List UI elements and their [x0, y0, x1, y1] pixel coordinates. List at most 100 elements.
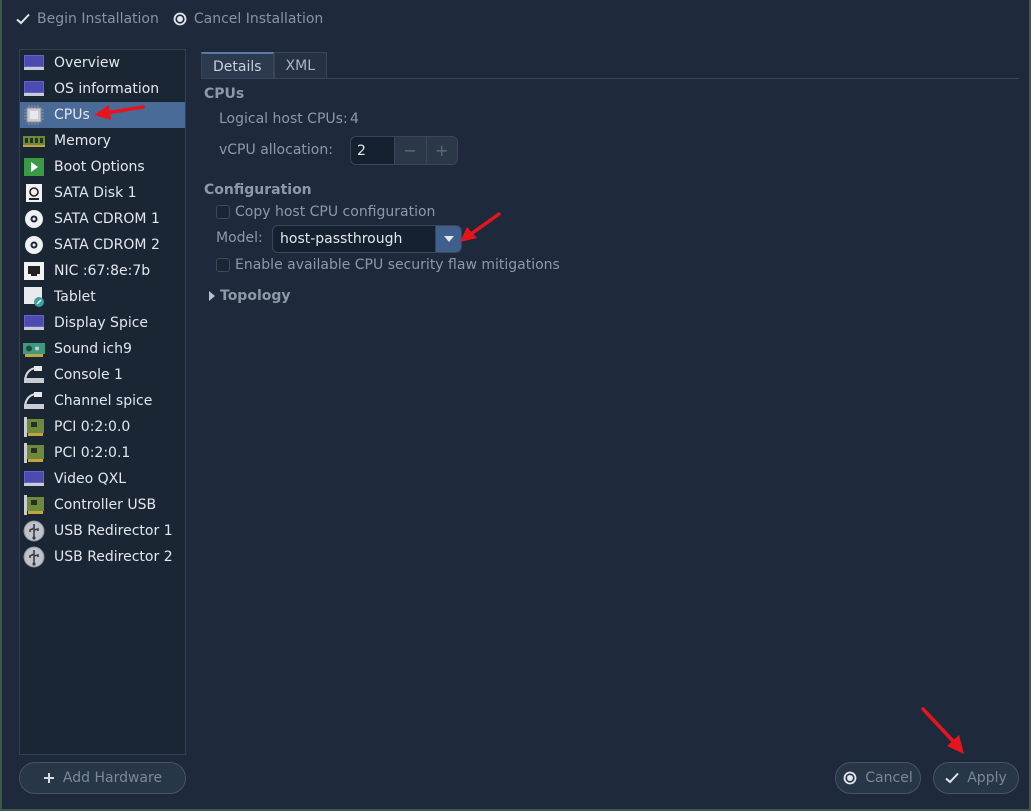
sidebar-item-tablet[interactable]: Tablet	[20, 284, 185, 310]
topology-label: Topology	[220, 288, 291, 304]
sidebar-item-memory[interactable]: Memory	[20, 128, 185, 154]
sidebar-item-usb-redirector-2[interactable]: USB Redirector 2	[20, 544, 185, 570]
expander-triangle-icon	[209, 291, 215, 301]
network-port-icon	[23, 261, 45, 281]
hardware-list: Overview OS information CPUs Memory Boot Opt…	[19, 49, 186, 755]
apply-label: Apply	[967, 770, 1007, 786]
annotation-arrow-icon	[460, 212, 501, 242]
sidebar-item-channel-spice[interactable]: Channel spice	[20, 388, 185, 414]
sidebar-item-label: PCI 0:2:0.0	[54, 419, 131, 435]
monitor-icon	[23, 313, 45, 333]
sidebar-item-sata-disk-1[interactable]: SATA Disk 1	[20, 180, 185, 206]
sidebar-item-label: Video QXL	[54, 471, 127, 487]
mitigations-checkbox[interactable]	[216, 258, 230, 272]
mitigations-row: Enable available CPU security flaw mitig…	[216, 257, 560, 273]
checkmark-icon	[16, 13, 30, 25]
serial-console-icon	[23, 391, 45, 411]
usb-icon	[23, 520, 45, 542]
disk-icon	[23, 183, 45, 203]
sidebar-item-label: USB Redirector 1	[54, 523, 173, 539]
toolbar: Begin Installation Cancel Installation	[16, 8, 323, 30]
cancel-installation-label: Cancel Installation	[193, 11, 324, 27]
boot-play-icon	[23, 157, 45, 177]
sidebar-item-usb-redirector-1[interactable]: USB Redirector 1	[20, 518, 185, 544]
sidebar-item-label: SATA Disk 1	[54, 185, 137, 201]
mitigations-label: Enable available CPU security flaw mitig…	[235, 257, 560, 273]
sidebar-item-sound-ich9[interactable]: Sound ich9	[20, 336, 185, 362]
vcpu-allocation-input[interactable]: 2	[351, 137, 395, 164]
sidebar-item-label: Sound ich9	[54, 341, 132, 357]
sidebar-item-label: NIC :67:8e:7b	[54, 263, 151, 279]
sidebar-item-label: CPUs	[54, 107, 90, 123]
cancel-installation-button[interactable]: Cancel Installation	[173, 11, 323, 27]
cpu-model-value[interactable]: host-passthrough	[273, 226, 435, 252]
sidebar-item-boot-options[interactable]: Boot Options	[20, 154, 185, 180]
apply-button[interactable]: Apply	[933, 762, 1019, 794]
cpu-model-combobox[interactable]: host-passthrough	[272, 225, 462, 253]
tab-xml-label: XML	[285, 58, 316, 74]
vcpu-allocation-label: vCPU allocation:	[219, 142, 333, 158]
details-window: Begin Installation Cancel Installation O…	[0, 0, 1031, 811]
sidebar-item-label: Boot Options	[54, 159, 145, 175]
sound-card-icon	[23, 339, 45, 359]
vcpu-allocation-spinner: 2 − +	[350, 136, 458, 165]
serial-console-icon	[23, 365, 45, 385]
sidebar-item-label: USB Redirector 2	[54, 549, 173, 565]
sidebar-item-overview[interactable]: Overview	[20, 50, 185, 76]
tab-details[interactable]: Details	[201, 52, 274, 79]
cpu-chip-icon	[23, 105, 45, 125]
sidebar-item-label: Memory	[54, 133, 111, 149]
monitor-icon	[23, 53, 45, 73]
topology-expander[interactable]: Topology	[209, 288, 291, 304]
sidebar-item-label: Console 1	[54, 367, 123, 383]
sidebar-item-label: SATA CDROM 1	[54, 211, 160, 227]
configuration-section-title: Configuration	[204, 182, 312, 198]
tab-xml[interactable]: XML	[273, 52, 328, 79]
cancel-label: Cancel	[865, 770, 913, 786]
tab-details-label: Details	[213, 58, 262, 75]
logical-host-cpus-value: 4	[350, 111, 359, 127]
sidebar-item-pci-0-2-0-0[interactable]: PCI 0:2:0.0	[20, 414, 185, 440]
sidebar-item-video-qxl[interactable]: Video QXL	[20, 466, 185, 492]
stop-circle-icon	[173, 12, 187, 26]
tab-bar: Details XML	[201, 52, 328, 79]
stop-circle-icon	[843, 771, 857, 785]
cancel-button[interactable]: Cancel	[835, 762, 921, 794]
annotation-arrow-icon	[921, 707, 964, 754]
checkmark-icon	[945, 772, 959, 784]
copy-host-cpu-checkbox[interactable]	[216, 205, 230, 219]
monitor-icon	[23, 469, 45, 489]
annotation-arrow-icon	[94, 105, 145, 120]
sidebar-item-label: Display Spice	[54, 315, 149, 331]
sidebar-item-pci-0-2-0-1[interactable]: PCI 0:2:0.1	[20, 440, 185, 466]
pci-card-icon	[23, 443, 45, 463]
copy-host-cpu-row: Copy host CPU configuration	[216, 204, 435, 220]
begin-installation-label: Begin Installation	[37, 11, 159, 27]
plus-icon	[43, 773, 54, 783]
memory-stick-icon	[23, 131, 45, 151]
usb-icon	[23, 546, 45, 568]
sidebar-item-label: Overview	[54, 55, 120, 71]
sidebar-item-label: Channel spice	[54, 393, 153, 409]
sidebar-item-label: Controller USB	[54, 497, 157, 513]
cdrom-icon	[23, 209, 45, 229]
monitor-icon	[23, 79, 45, 99]
copy-host-cpu-label: Copy host CPU configuration	[235, 204, 436, 220]
sidebar-item-label: OS information	[54, 81, 160, 97]
cdrom-icon	[23, 235, 45, 255]
begin-installation-button[interactable]: Begin Installation	[16, 11, 159, 27]
add-hardware-label: Add Hardware	[62, 770, 163, 786]
sidebar-item-display-spice[interactable]: Display Spice	[20, 310, 185, 336]
sidebar-item-controller-usb[interactable]: Controller USB	[20, 492, 185, 518]
sidebar-item-nic-67-8e-7b[interactable]: NIC :67:8e:7b	[20, 258, 185, 284]
cpus-section-title: CPUs	[204, 86, 245, 102]
vcpu-decrement-button[interactable]: −	[395, 137, 426, 164]
sidebar-item-console-1[interactable]: Console 1	[20, 362, 185, 388]
vcpu-increment-button[interactable]: +	[425, 137, 457, 164]
sidebar-item-sata-cdrom-1[interactable]: SATA CDROM 1	[20, 206, 185, 232]
chevron-down-icon	[443, 236, 454, 242]
tab-divider	[201, 78, 1019, 79]
sidebar-item-sata-cdrom-2[interactable]: SATA CDROM 2	[20, 232, 185, 258]
add-hardware-button[interactable]: Add Hardware	[19, 762, 186, 794]
pci-card-icon	[23, 495, 45, 515]
